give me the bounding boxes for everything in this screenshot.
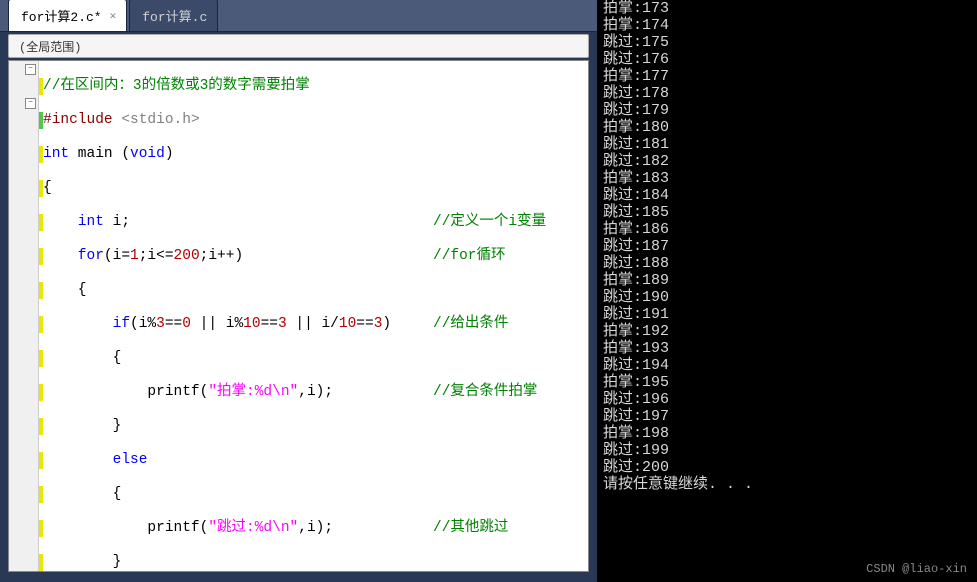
editor-pane: for计算2.c* ✕ for计算.c (全局范围) − − //在区间内：3的…: [0, 0, 597, 582]
code-text: || i%: [191, 316, 243, 332]
tab-label: for计算2.c*: [21, 6, 102, 25]
tab-label: for计算.c: [142, 6, 207, 25]
code-text: printf(: [43, 520, 208, 536]
code-text: }: [43, 554, 121, 570]
fold-icon[interactable]: −: [25, 64, 36, 75]
code-number: 1: [130, 248, 139, 264]
tab-bar: for计算2.c* ✕ for计算.c: [0, 0, 597, 32]
code-keyword: for: [43, 248, 104, 264]
code-comment: //for循环: [433, 248, 506, 265]
code-text: {: [43, 180, 52, 196]
code-number: 3: [278, 316, 287, 332]
tab-file-1[interactable]: for计算2.c* ✕: [8, 0, 127, 31]
code-keyword: int: [43, 214, 104, 230]
gutter: − −: [9, 61, 39, 571]
code-text: {: [43, 282, 87, 298]
code-lines[interactable]: //在区间内：3的倍数或3的数字需要拍掌 #include <stdio.h> …: [39, 61, 588, 571]
close-icon[interactable]: ✕: [110, 9, 117, 23]
code-comment: //定义一个i变量: [433, 214, 546, 231]
code-keyword: int: [43, 146, 69, 162]
code-keyword: void: [130, 146, 165, 162]
code-text: main (: [69, 146, 130, 162]
code-comment: //给出条件: [433, 316, 508, 333]
code-text: || i/: [287, 316, 339, 332]
code-text: ;i<=: [139, 248, 174, 264]
code-keyword: if: [43, 316, 130, 332]
code-text: ,i);: [298, 384, 333, 400]
code-include: <stdio.h>: [113, 112, 200, 128]
code-number: 10: [339, 316, 356, 332]
watermark: CSDN @liao-xin: [866, 562, 967, 576]
code-string: "拍掌:%d\n": [208, 384, 298, 400]
code-text: ==: [165, 316, 182, 332]
code-number: 3: [156, 316, 165, 332]
console-output: 拍掌:173 拍掌:174 跳过:175 跳过:176 拍掌:177 跳过:17…: [597, 0, 977, 582]
code-text: (i=: [104, 248, 130, 264]
code-comment: //其他跳过: [433, 520, 508, 537]
code-area[interactable]: − − //在区间内：3的倍数或3的数字需要拍掌 #include <stdio…: [8, 60, 589, 572]
fold-icon[interactable]: −: [25, 98, 36, 109]
scope-label: (全局范围): [19, 38, 81, 55]
code-comment: //在区间内：3的倍数或3的数字需要拍掌: [43, 78, 310, 94]
code-directive: #include: [43, 112, 113, 128]
code-number: 10: [243, 316, 260, 332]
code-comment: //复合条件拍掌: [433, 384, 537, 401]
code-text: (i%: [130, 316, 156, 332]
code-text: ): [382, 316, 391, 332]
code-number: 200: [174, 248, 200, 264]
code-text: {: [43, 486, 121, 502]
code-text: ): [165, 146, 174, 162]
code-string: "跳过:%d\n": [208, 520, 298, 536]
code-text: ==: [261, 316, 278, 332]
code-text: ,i);: [298, 520, 333, 536]
code-text: printf(: [43, 384, 208, 400]
code-number: 0: [182, 316, 191, 332]
code-text: {: [43, 350, 121, 366]
code-keyword: else: [43, 452, 147, 468]
code-text: ;i++): [200, 248, 244, 264]
code-text: }: [43, 418, 121, 434]
code-text: ==: [356, 316, 373, 332]
code-text: i;: [104, 214, 130, 230]
tab-file-2[interactable]: for计算.c: [129, 0, 218, 31]
scope-dropdown[interactable]: (全局范围): [8, 34, 589, 58]
